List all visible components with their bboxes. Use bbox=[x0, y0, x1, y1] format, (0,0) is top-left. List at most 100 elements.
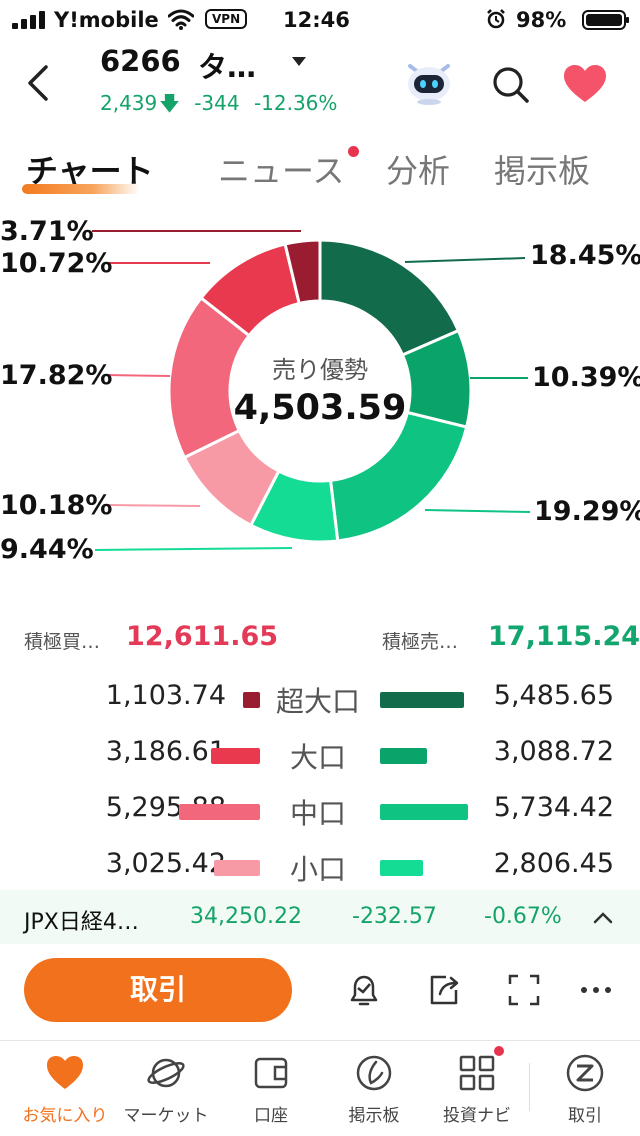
sell-bar bbox=[380, 692, 464, 708]
stock-code: 6266 bbox=[100, 44, 181, 78]
size-label: 大口 bbox=[289, 741, 346, 774]
donut-center-value: 4,503.59 bbox=[233, 388, 407, 428]
pct-label-sell-l: 10.39% bbox=[532, 362, 640, 393]
leader-line bbox=[404, 257, 526, 263]
sell-total-value: 17,115.24 bbox=[488, 621, 640, 652]
index-change: -232.57 bbox=[352, 904, 437, 929]
leader-line bbox=[94, 547, 293, 551]
nav-trade[interactable]: 取引 bbox=[530, 1041, 640, 1136]
nav-label: 掲示板 bbox=[348, 1106, 400, 1126]
nav-label: 口座 bbox=[254, 1106, 288, 1126]
buy-value: 1,103.74 bbox=[105, 680, 226, 711]
robot-icon[interactable] bbox=[402, 58, 456, 106]
buy-bar bbox=[214, 860, 260, 876]
carrier-name: Y!mobile bbox=[54, 8, 159, 32]
sell-bar bbox=[380, 860, 423, 876]
buy-total-value: 12,611.65 bbox=[126, 621, 279, 652]
chevron-down-icon[interactable] bbox=[290, 54, 308, 68]
buy-bar bbox=[211, 748, 260, 764]
sell-value: 3,088.72 bbox=[493, 736, 614, 767]
pct-label-sell-m: 19.29% bbox=[534, 496, 640, 527]
alert-bell-icon[interactable] bbox=[344, 970, 384, 1010]
index-change-pct: -0.67% bbox=[484, 904, 562, 929]
index-ticker[interactable]: JPX日経4… 34,250.22 -232.57 -0.67% bbox=[0, 890, 640, 944]
status-time: 12:46 bbox=[283, 8, 350, 32]
fullscreen-icon[interactable] bbox=[504, 970, 544, 1010]
size-label: 超大口 bbox=[275, 685, 360, 718]
leader-line bbox=[92, 230, 301, 232]
down-arrow-icon: 🡇 bbox=[159, 91, 180, 115]
sell-bar bbox=[380, 804, 468, 820]
stock-name[interactable]: タ… bbox=[198, 44, 256, 86]
nav-board[interactable]: 掲示板 bbox=[319, 1041, 429, 1136]
breakdown-row-m: 5,295.88 中口 5,734.42 bbox=[0, 792, 640, 840]
alarm-icon bbox=[487, 9, 505, 29]
heart-icon[interactable] bbox=[562, 64, 608, 104]
search-icon[interactable] bbox=[490, 64, 530, 104]
nav-label: お気に入り bbox=[22, 1106, 108, 1126]
breakdown-row-l: 3,186.61 大口 3,088.72 bbox=[0, 736, 640, 784]
index-value: 34,250.22 bbox=[190, 904, 302, 929]
leader-line bbox=[107, 504, 201, 507]
current-price: 2,439 bbox=[100, 91, 158, 115]
index-name: JPX日経4… bbox=[24, 910, 139, 935]
pct-label-buy-s: 10.18% bbox=[0, 490, 113, 521]
heart-icon bbox=[47, 1056, 83, 1089]
buy-bar bbox=[179, 804, 260, 820]
pct-label-sell-xl: 18.45% bbox=[530, 240, 640, 271]
trade-button[interactable]: 取引 bbox=[24, 958, 292, 1022]
chevron-up-icon[interactable] bbox=[592, 910, 614, 924]
pct-label-buy-m: 17.82% bbox=[0, 360, 113, 391]
wifi-icon bbox=[168, 9, 194, 30]
planet-icon bbox=[147, 1058, 185, 1088]
more-icon[interactable] bbox=[576, 970, 616, 1010]
active-tab-indicator bbox=[22, 184, 140, 194]
tab-news[interactable]: ニュース bbox=[218, 146, 344, 192]
wallet-icon bbox=[254, 1057, 288, 1089]
news-badge bbox=[348, 146, 359, 157]
share-icon[interactable] bbox=[424, 970, 464, 1010]
signal-icon bbox=[12, 11, 45, 29]
leader-line bbox=[424, 509, 531, 513]
sell-value: 2,806.45 bbox=[493, 848, 614, 879]
sell-total-label: 積極売… bbox=[382, 631, 459, 653]
pct-label-sell-s: 9.44% bbox=[0, 534, 94, 565]
size-label: 小口 bbox=[289, 853, 346, 886]
back-icon[interactable] bbox=[24, 64, 54, 102]
buy-bar bbox=[243, 692, 260, 708]
nav-account[interactable]: 口座 bbox=[216, 1041, 326, 1136]
price-change: -344 bbox=[194, 91, 240, 115]
nav-label: 投資ナビ bbox=[443, 1106, 511, 1126]
trade-icon bbox=[566, 1054, 604, 1092]
buy-value: 3,025.42 bbox=[105, 848, 226, 879]
sell-bar bbox=[380, 748, 427, 764]
price-row: 2,439 🡇 -344 -12.36% bbox=[100, 89, 345, 123]
breakdown-row-xl: 1,103.74 超大口 5,485.65 bbox=[0, 680, 640, 728]
breakdown-row-s: 3,025.42 小口 2,806.45 bbox=[0, 848, 640, 896]
nav-favorites[interactable]: お気に入り bbox=[10, 1041, 120, 1136]
buy-total-label: 積極買… bbox=[24, 631, 101, 653]
nav-label: マーケット bbox=[123, 1106, 209, 1126]
sell-value: 5,485.65 bbox=[493, 680, 614, 711]
bottom-nav: お気に入り マーケット 口座 掲示板 投資ナビ 取引 bbox=[0, 1040, 640, 1136]
nav-label: 取引 bbox=[568, 1106, 602, 1126]
donut-segment bbox=[328, 410, 469, 543]
sell-value: 5,734.42 bbox=[493, 792, 614, 823]
tab-analysis[interactable]: 分析 bbox=[386, 146, 450, 192]
nav-market[interactable]: マーケット bbox=[111, 1041, 221, 1136]
tab-board[interactable]: 掲示板 bbox=[494, 146, 590, 192]
nav-invest-navi[interactable]: 投資ナビ bbox=[422, 1041, 532, 1136]
status-bar: Y!mobile VPN 12:46 98% bbox=[0, 0, 640, 40]
invest-navi-badge bbox=[494, 1046, 504, 1056]
vpn-badge: VPN bbox=[205, 9, 248, 29]
battery-icon bbox=[582, 10, 629, 30]
pct-label-buy-xl: 3.71% bbox=[0, 216, 94, 247]
board-icon bbox=[356, 1055, 392, 1091]
size-label: 中口 bbox=[289, 797, 346, 830]
pct-label-buy-l: 10.72% bbox=[0, 248, 113, 279]
battery-percent: 98% bbox=[516, 8, 567, 32]
price-change-pct: -12.36% bbox=[253, 91, 338, 115]
donut-segment bbox=[318, 238, 461, 357]
grid-icon bbox=[459, 1055, 495, 1091]
buy-value: 3,186.61 bbox=[105, 736, 226, 767]
